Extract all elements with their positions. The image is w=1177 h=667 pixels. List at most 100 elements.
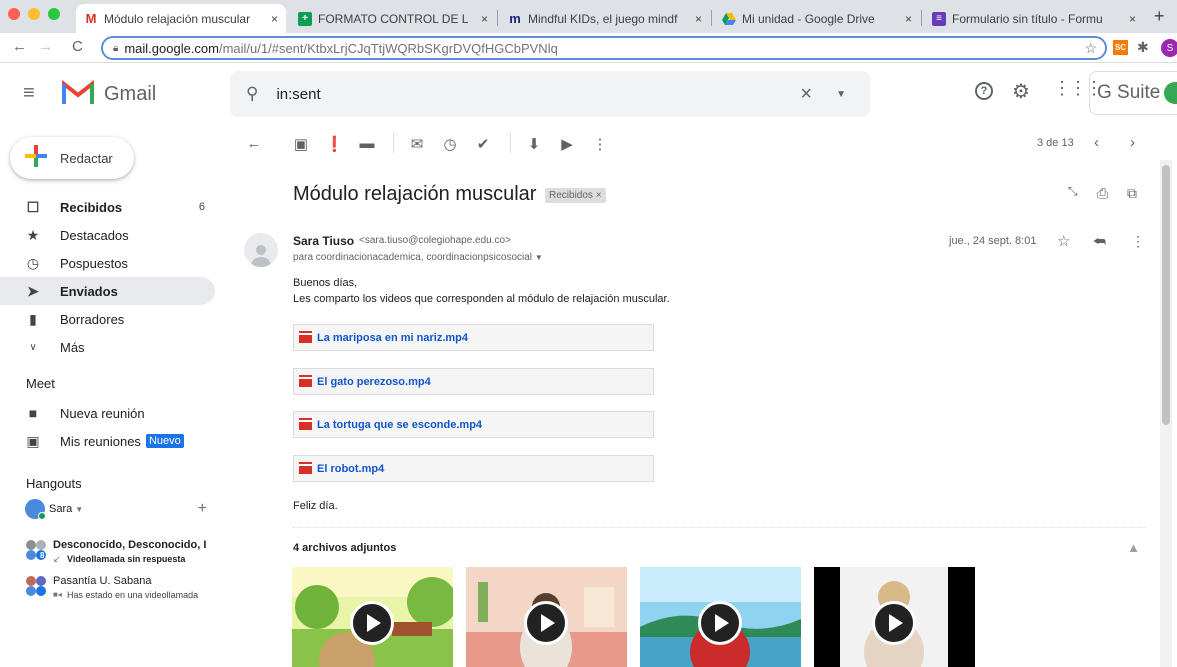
window-minimize-dot[interactable] (28, 8, 40, 20)
sender-avatar (244, 233, 278, 267)
add-hangout-button[interactable]: + (198, 500, 207, 518)
label-chip[interactable]: Recibidos × (545, 188, 606, 203)
attachment-chip[interactable]: El gato perezoso.mp4 (293, 368, 654, 395)
attachment-chip[interactable]: La mariposa en mi nariz.mp4 (293, 324, 654, 351)
open-new-window-icon[interactable]: ⧉ (1127, 185, 1137, 202)
new-tab-button[interactable]: + (1154, 6, 1165, 27)
mark-unread-icon[interactable]: ✉ (408, 135, 426, 153)
attachment-link[interactable]: El gato perezoso.mp4 (317, 376, 431, 388)
search-bar[interactable]: ⚲ in:sent × ▼ (230, 71, 870, 117)
play-icon[interactable] (524, 601, 568, 645)
sidebar-item-snoozed[interactable]: ◷ Pospuestos (0, 249, 215, 277)
sidebar-item-label: Recibidos (60, 199, 123, 215)
newer-chevron-icon[interactable]: ‹ (1094, 134, 1099, 151)
hangouts-conversation[interactable]: Pasantía U. Sabana ■◂ Has estado en una … (25, 575, 215, 605)
extensions-puzzle-icon[interactable]: ✱ (1137, 39, 1149, 56)
browser-tab-drive[interactable]: Mi unidad - Google Drive × (714, 4, 920, 33)
print-icon[interactable]: ⎙ (1097, 185, 1108, 202)
bookmark-star-icon[interactable]: ☆ (1084, 40, 1097, 57)
star-icon[interactable]: ☆ (1057, 232, 1070, 250)
search-icon[interactable]: ⚲ (246, 84, 258, 104)
report-spam-icon[interactable]: ❗ (325, 135, 344, 153)
attachment-thumbnail[interactable] (466, 567, 627, 667)
attachment-link[interactable]: La tortuga que se esconde.mp4 (317, 419, 482, 431)
attachment-link[interactable]: La mariposa en mi nariz.mp4 (317, 332, 468, 344)
compose-button[interactable]: Redactar (10, 137, 134, 179)
sender-name[interactable]: Sara Tiuso (293, 234, 354, 248)
window-close-dot[interactable] (8, 8, 20, 20)
participant-count: 8 (40, 551, 45, 560)
save-to-drive-icon[interactable]: ▲ (1127, 540, 1140, 555)
toolbar-divider (393, 133, 394, 153)
browser-tab-gmail[interactable]: M Módulo relajación muscular - s × (76, 4, 286, 33)
window-zoom-dot[interactable] (48, 8, 60, 20)
tab-close-icon[interactable]: × (481, 12, 488, 26)
collapse-all-icon[interactable]: ⤡ (1068, 184, 1078, 199)
label-icon[interactable]: ▶ (558, 135, 576, 153)
older-chevron-icon[interactable]: › (1130, 134, 1135, 151)
profile-avatar[interactable]: S (1161, 39, 1177, 57)
clear-search-icon[interactable]: × (800, 83, 812, 106)
sidebar-item-starred[interactable]: ★ Destacados (0, 221, 215, 249)
tab-close-icon[interactable]: × (271, 12, 278, 26)
more-options-icon[interactable]: ⋮ (591, 135, 609, 153)
missed-call-icon: ↙ (53, 554, 61, 564)
browser-tab-forms[interactable]: ≡ Formulario sin título - Formular × (924, 4, 1144, 33)
back-to-list-icon[interactable]: ← (245, 135, 263, 152)
hangouts-conversation[interactable]: 8 Desconocido, Desconocido, I ↙ Videolla… (25, 539, 215, 569)
search-input[interactable]: in:sent (276, 86, 320, 103)
play-icon[interactable] (350, 601, 394, 645)
reload-icon[interactable]: C (72, 38, 83, 55)
sidebar-item-more[interactable]: ∨ Más (0, 333, 215, 361)
inbox-icon: ☐ (26, 198, 40, 215)
tab-close-icon[interactable]: × (905, 12, 912, 26)
reply-icon[interactable]: ⮪ (1093, 233, 1106, 250)
move-to-icon[interactable]: ⬇ (525, 135, 543, 153)
attachment-thumbnail[interactable] (292, 567, 453, 667)
tab-close-icon[interactable]: × (695, 12, 702, 26)
hangouts-user-selector[interactable]: Sara ▼ + (25, 498, 215, 520)
show-details-icon[interactable]: ▼ (535, 253, 543, 262)
sidebar-item-inbox[interactable]: ☐ Recibidos 6 (0, 193, 215, 221)
scrollbar-track[interactable] (1160, 160, 1172, 667)
tab-close-icon[interactable]: × (1129, 12, 1136, 26)
play-icon[interactable] (872, 601, 916, 645)
attachment-chip[interactable]: La tortuga que se esconde.mp4 (293, 411, 654, 438)
add-to-tasks-icon[interactable]: ✔ (474, 135, 492, 153)
play-icon[interactable] (698, 601, 742, 645)
settings-gear-icon[interactable]: ⚙ (1012, 79, 1030, 104)
message-more-icon[interactable]: ⋮ (1131, 233, 1145, 250)
browser-tab-mindful[interactable]: m Mindful KIDs, el juego mindful × (500, 4, 710, 33)
archive-icon[interactable]: ▣ (292, 135, 310, 153)
extension-sc-icon[interactable]: SC (1113, 40, 1128, 55)
forward-arrow-icon[interactable]: → (38, 38, 53, 55)
browser-tab-sheets[interactable]: + FORMATO CONTROL DE LLAM × (290, 4, 496, 33)
back-arrow-icon[interactable]: ← (12, 38, 27, 55)
meet-new-meeting[interactable]: ■ Nueva reunión (0, 399, 215, 427)
attachment-thumbnail[interactable] (814, 567, 975, 667)
meet-heading: Meet (26, 376, 55, 391)
address-bar[interactable]: 🔒︎ mail.google.com/mail/u/1/#sent/KtbxLr… (101, 36, 1107, 60)
sidebar-item-sent[interactable]: ➤ Enviados (0, 277, 215, 305)
attachment-chip[interactable]: El robot.mp4 (293, 455, 654, 482)
help-icon[interactable]: ? (975, 82, 993, 100)
snooze-icon[interactable]: ◷ (441, 135, 459, 153)
main-menu-icon[interactable]: ≡ (23, 82, 35, 105)
video-file-icon (299, 332, 312, 343)
delete-icon[interactable]: ▬ (358, 135, 376, 152)
attachment-link[interactable]: El robot.mp4 (317, 463, 384, 475)
attachment-thumbnail[interactable] (640, 567, 801, 667)
gmail-logo-icon[interactable] (62, 79, 94, 109)
gsuite-account-button[interactable]: G Suite (1089, 71, 1177, 115)
label-remove-icon[interactable]: × (596, 190, 602, 201)
tab-separator (497, 10, 498, 26)
tab-title: Formulario sin título - Formular (952, 11, 1102, 26)
search-options-icon[interactable]: ▼ (836, 89, 846, 100)
send-icon: ➤ (27, 282, 39, 299)
gsuite-avatar (1164, 82, 1177, 104)
meet-my-meetings[interactable]: ▣ Mis reuniones Nuevo (0, 427, 215, 455)
group-avatar (25, 575, 47, 602)
sidebar-item-drafts[interactable]: ▮ Borradores (0, 305, 215, 333)
scrollbar-thumb[interactable] (1162, 165, 1170, 425)
toolbar-divider (510, 133, 511, 153)
